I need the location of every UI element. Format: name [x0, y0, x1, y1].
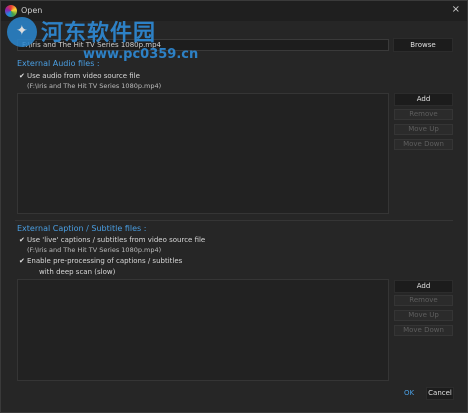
caption-move-up-button[interactable]: Move Up	[394, 310, 453, 321]
check-icon: ✔	[19, 236, 25, 244]
deep-scan-label: with deep scan (slow)	[39, 268, 116, 276]
use-audio-source-label: Use audio from video source file	[27, 72, 140, 80]
use-live-captions-checkbox[interactable]: ✔ Use 'live' captions / subtitles from vi…	[19, 236, 205, 244]
window-title: Open	[21, 6, 43, 15]
title-bar: Open ×	[1, 1, 467, 21]
caption-remove-button[interactable]: Remove	[394, 295, 453, 306]
audio-files-list[interactable]	[17, 93, 389, 214]
source-file-input[interactable]	[17, 39, 389, 51]
open-dialog: Open × Browse External Audio files : ✔Us…	[0, 0, 468, 413]
audio-move-down-button[interactable]: Move Down	[394, 139, 453, 150]
audio-section-label: External Audio files :	[17, 59, 100, 68]
audio-source-path: (F:\Iris and The Hit TV Series 1080p.mp4…	[27, 82, 162, 90]
audio-remove-button[interactable]: Remove	[394, 109, 453, 120]
ok-button[interactable]: OK	[395, 387, 423, 400]
preprocess-captions-label: Enable pre-processing of captions / subt…	[27, 257, 183, 265]
close-icon[interactable]: ×	[452, 4, 460, 15]
caption-files-list[interactable]	[17, 279, 389, 381]
color-wheel-icon	[5, 5, 17, 17]
use-live-captions-label: Use 'live' captions / subtitles from vid…	[27, 236, 206, 244]
caption-move-down-button[interactable]: Move Down	[394, 325, 453, 336]
preprocess-captions-checkbox[interactable]: ✔ Enable pre-processing of captions / sub…	[19, 257, 182, 265]
check-icon: ✔	[19, 72, 25, 80]
cancel-button[interactable]: Cancel	[426, 387, 454, 400]
use-audio-source-checkbox[interactable]: ✔ Use audio from video source file	[19, 72, 140, 80]
audio-add-button[interactable]: Add	[394, 93, 453, 106]
caption-source-path: (F:\Iris and The Hit TV Series 1080p.mp4…	[27, 246, 162, 254]
deep-scan-checkbox[interactable]: with deep scan (slow)	[19, 268, 115, 276]
audio-move-up-button[interactable]: Move Up	[394, 124, 453, 135]
browse-button[interactable]: Browse	[393, 38, 453, 52]
section-divider	[15, 220, 453, 221]
caption-add-button[interactable]: Add	[394, 280, 453, 293]
check-icon: ✔	[19, 257, 25, 265]
caption-section-label: External Caption / Subtitle files :	[17, 224, 147, 233]
